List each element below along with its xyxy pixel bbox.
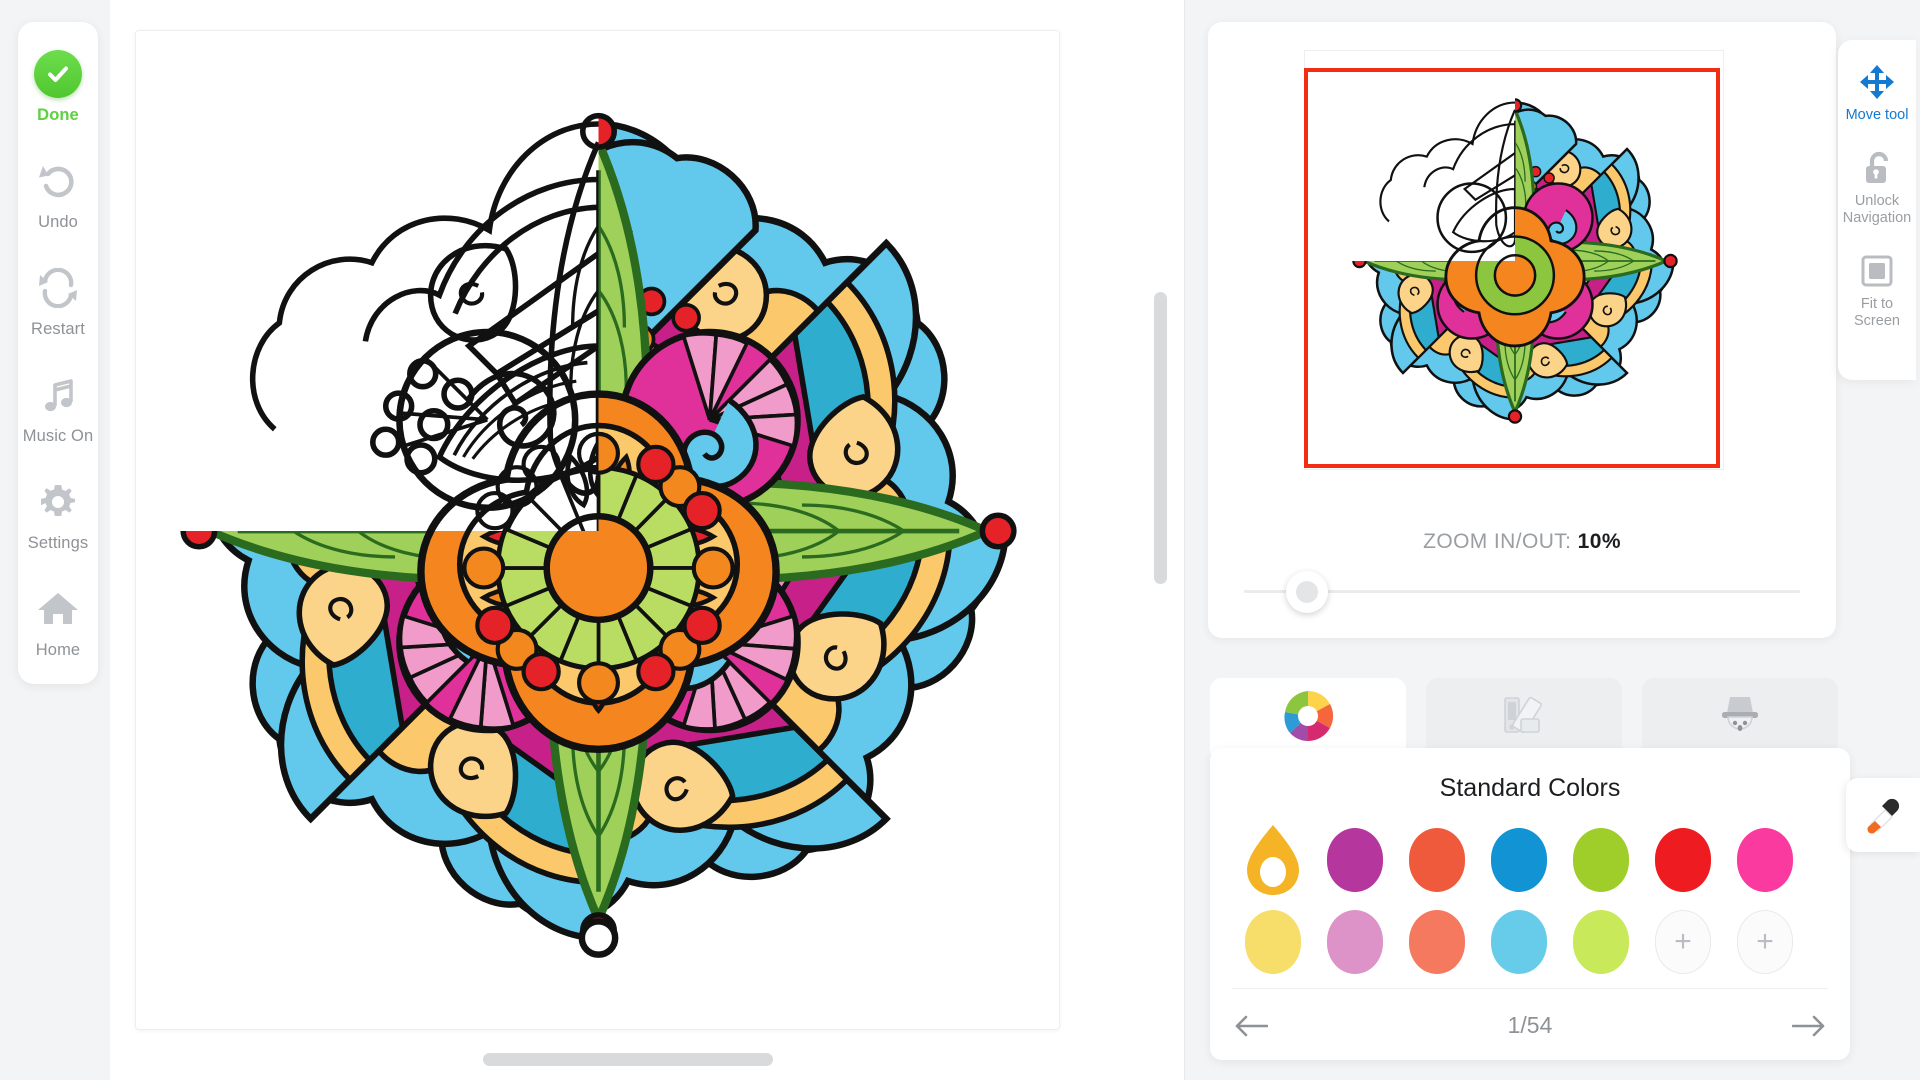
tab-palettes[interactable] <box>1426 678 1622 754</box>
horizontal-scrollbar-thumb[interactable] <box>483 1053 773 1066</box>
sidebar-item-home[interactable]: Home <box>18 583 98 660</box>
navigator-mandala-preview <box>1323 81 1707 441</box>
navigator-panel: ZOOM IN/OUT: 10% <box>1208 22 1836 638</box>
color-wheel-icon <box>1284 690 1334 742</box>
vertical-scrollbar-thumb[interactable] <box>1154 292 1167 584</box>
mandala-artwork[interactable] <box>136 31 1060 1030</box>
color-swatch[interactable] <box>1314 906 1396 978</box>
palette-pagination: 1/54 <box>1210 996 1850 1056</box>
color-swatch[interactable] <box>1396 906 1478 978</box>
sidebar-label-home: Home <box>35 641 81 659</box>
swatch-row-2: + + <box>1232 906 1828 978</box>
color-swatch[interactable] <box>1396 824 1478 896</box>
arrow-right-icon <box>1792 1015 1825 1037</box>
sidebar-item-settings[interactable]: Settings <box>18 476 98 553</box>
music-note-icon <box>39 369 77 421</box>
fit-to-screen-icon <box>1861 251 1893 291</box>
color-swatch[interactable] <box>1478 824 1560 896</box>
tool-unlock-navigation[interactable]: Unlock Navigation <box>1838 148 1916 227</box>
sidebar-label-settings: Settings <box>27 534 89 552</box>
sidebar-label-done: Done <box>37 106 79 124</box>
swatch-row-1 <box>1232 824 1828 896</box>
swatch-fan-icon <box>1504 696 1542 734</box>
palette-panel: Standard Colors + + 1/54 <box>1210 748 1850 1060</box>
sidebar-item-undo[interactable]: Undo <box>18 155 98 232</box>
undo-arrow-icon <box>37 155 79 207</box>
sidebar-item-restart[interactable]: Restart <box>18 262 98 339</box>
tool-fit-label: Fit to Screen <box>1854 296 1900 329</box>
home-icon <box>36 583 80 635</box>
artwork-canvas[interactable] <box>135 30 1060 1030</box>
add-color-button[interactable]: + <box>1642 906 1724 978</box>
move-arrows-icon <box>1859 62 1895 102</box>
color-swatch[interactable] <box>1642 824 1724 896</box>
tool-move-label: Move tool <box>1845 107 1909 123</box>
right-toolbar: Move tool Unlock Navigation Fit to Scree… <box>1838 40 1916 380</box>
add-color-button[interactable]: + <box>1724 906 1806 978</box>
page-indicator: 1/54 <box>1507 1012 1553 1038</box>
color-swatch-selected[interactable] <box>1232 824 1314 896</box>
tool-unlock-label: Unlock Navigation <box>1842 193 1912 226</box>
canvas-area[interactable] <box>110 0 1185 1080</box>
color-swatch[interactable] <box>1478 906 1560 978</box>
color-swatch[interactable] <box>1560 824 1642 896</box>
color-swatch[interactable] <box>1232 906 1314 978</box>
palette-title: Standard Colors <box>1439 774 1621 802</box>
unlock-padlock-icon <box>1861 148 1893 188</box>
sidebar-label-restart: Restart <box>31 320 85 338</box>
palette-divider <box>1232 988 1828 989</box>
color-swatch[interactable] <box>1560 906 1642 978</box>
zoom-prefix: ZOOM IN/OUT: <box>1423 530 1572 553</box>
gear-icon <box>38 476 78 528</box>
tab-mascot[interactable] <box>1642 678 1838 754</box>
zoom-level-label: ZOOM IN/OUT: 10% <box>1208 530 1836 554</box>
sidebar-label-undo: Undo <box>38 213 78 231</box>
next-page-button[interactable] <box>1786 1008 1832 1044</box>
eyedropper-icon <box>1867 798 1900 834</box>
sidebar-label-music: Music On <box>22 427 94 445</box>
sidebar-item-music[interactable]: Music On <box>18 369 98 446</box>
color-swatch[interactable] <box>1314 824 1396 896</box>
palette-tabs <box>1210 678 1838 758</box>
selected-color-drop-icon <box>1247 825 1299 895</box>
navigator-thumbnail[interactable] <box>1304 50 1724 470</box>
zoom-slider-handle[interactable] <box>1286 571 1328 613</box>
check-circle-icon <box>34 48 82 100</box>
left-toolbar: Done Undo Restart Music On Settings Home <box>18 22 98 684</box>
panel-divider <box>1184 0 1185 1080</box>
color-swatch-grid: + + <box>1232 824 1828 988</box>
plus-icon: + <box>1737 910 1793 974</box>
sidebar-item-done[interactable]: Done <box>18 48 98 125</box>
color-swatch[interactable] <box>1724 824 1806 896</box>
zoom-value: 10% <box>1577 530 1621 553</box>
tool-move[interactable]: Move tool <box>1838 62 1916 124</box>
restart-arrows-icon <box>36 262 80 314</box>
plus-icon: + <box>1655 910 1711 974</box>
top-hat-face-icon <box>1722 697 1758 731</box>
tool-fit-to-screen[interactable]: Fit to Screen <box>1838 251 1916 330</box>
eyedropper-button[interactable] <box>1846 778 1920 852</box>
tab-standard-colors[interactable] <box>1210 678 1406 754</box>
